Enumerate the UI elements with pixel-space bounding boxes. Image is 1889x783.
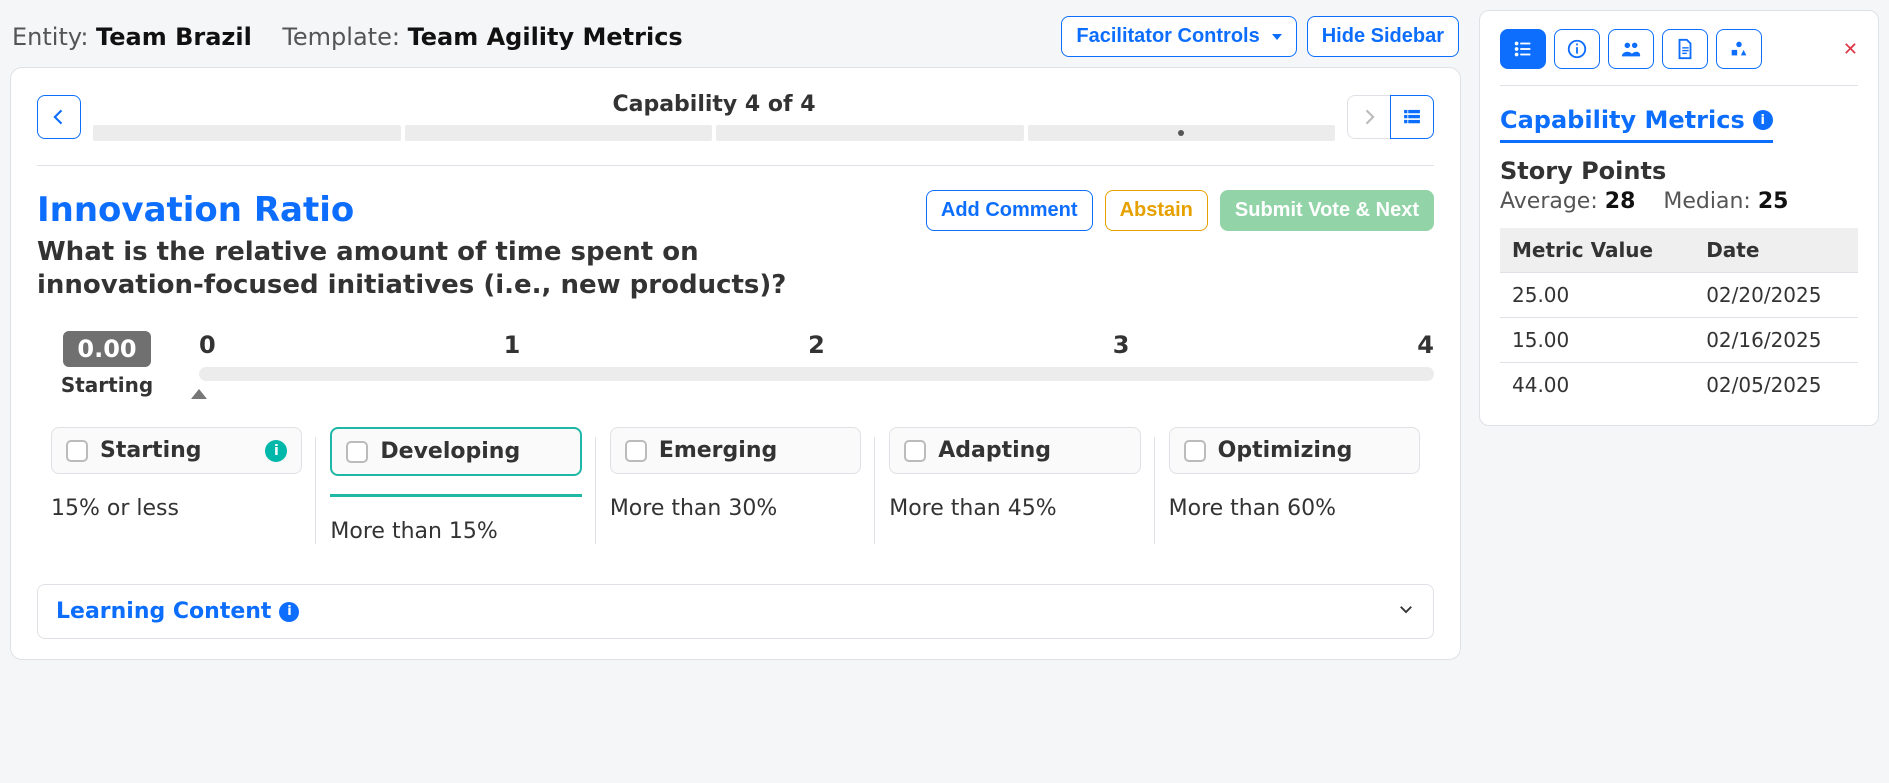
entity-label: Entity: — [12, 23, 88, 51]
level-options: Starting i 15% or less Developingi More than… — [37, 427, 1434, 544]
level-label: Emerging — [659, 438, 777, 463]
sidebar-tab-team[interactable] — [1608, 29, 1654, 69]
capability-description: What is the relative amount of time spen… — [37, 236, 857, 301]
capability-card: Capability 4 of 4 — [10, 67, 1461, 660]
info-icon: i — [279, 602, 299, 622]
chevron-down-icon — [1397, 600, 1415, 623]
slider-track[interactable] — [199, 367, 1434, 381]
capability-list-button[interactable] — [1390, 95, 1434, 139]
level-label: Developing — [380, 439, 520, 464]
level-chip-starting[interactable]: Starting i — [51, 427, 302, 474]
col-metric-value: Metric Value — [1500, 228, 1694, 273]
abstain-label: Abstain — [1120, 199, 1193, 222]
progress-seg-4[interactable] — [1028, 125, 1336, 141]
cell-value: 25.00 — [1500, 273, 1694, 318]
progress-seg-2[interactable] — [405, 125, 713, 141]
abstain-button[interactable]: Abstain — [1105, 190, 1208, 231]
tick-4: 4 — [1417, 331, 1434, 359]
level-developing: Developingi More than 15% — [316, 427, 595, 544]
template-label: Template: — [282, 23, 400, 51]
level-label: Adapting — [938, 438, 1051, 463]
cell-value: 15.00 — [1500, 318, 1694, 363]
top-header: Entity: Team Brazil Template: Team Agili… — [10, 10, 1461, 67]
tick-1: 1 — [504, 331, 521, 359]
sidebar-tab-info[interactable] — [1554, 29, 1600, 69]
metric-stats: Average: 28 Median: 25 — [1500, 189, 1858, 214]
capability-title: Innovation Ratio — [37, 190, 857, 230]
entity-value: Team Brazil — [96, 23, 252, 51]
slider-ticks: 0 1 2 3 4 — [199, 331, 1434, 359]
progress-title: Capability 4 of 4 — [93, 92, 1335, 117]
hide-sidebar-button[interactable]: Hide Sidebar — [1307, 16, 1459, 57]
sidebar-section-title: Capability Metrics i — [1500, 106, 1773, 143]
facilitator-controls-label: Facilitator Controls — [1076, 25, 1259, 48]
prev-capability-button[interactable] — [37, 95, 81, 139]
level-label: Optimizing — [1218, 438, 1353, 463]
info-icon[interactable]: i — [265, 440, 287, 462]
median-value: 25 — [1758, 189, 1789, 214]
template-value: Team Agility Metrics — [408, 23, 683, 51]
median-label: Median: — [1663, 189, 1750, 214]
close-sidebar-button[interactable]: ✕ — [1843, 39, 1858, 60]
sidebar: ✕ Capability Metrics i Story Points Aver… — [1479, 10, 1879, 426]
learning-content-label: Learning Content — [56, 599, 271, 624]
metrics-table: Metric Value Date 25.0002/20/202515.0002… — [1500, 228, 1858, 407]
add-comment-button[interactable]: Add Comment — [926, 190, 1093, 231]
cell-value: 44.00 — [1500, 363, 1694, 408]
sidebar-tab-document[interactable] — [1662, 29, 1708, 69]
level-optimizing: Optimizingi More than 60% — [1155, 427, 1434, 544]
table-row: 25.0002/20/2025 — [1500, 273, 1858, 318]
table-row: 44.0002/05/2025 — [1500, 363, 1858, 408]
level-chip-optimizing[interactable]: Optimizingi — [1169, 427, 1420, 474]
sidebar-tab-list[interactable] — [1500, 29, 1546, 69]
level-chip-adapting[interactable]: Adaptingi — [889, 427, 1140, 474]
progress-seg-3[interactable] — [716, 125, 1024, 141]
cell-date: 02/16/2025 — [1694, 318, 1858, 363]
progress-seg-1[interactable] — [93, 125, 401, 141]
level-emerging: Emergingi More than 30% — [596, 427, 875, 544]
current-value-badge: 0.00 — [63, 331, 150, 367]
tick-2: 2 — [808, 331, 825, 359]
sidebar-section-label: Capability Metrics — [1500, 106, 1745, 134]
slider-thumb[interactable] — [191, 389, 207, 399]
level-adapting: Adaptingi More than 45% — [875, 427, 1154, 544]
add-comment-label: Add Comment — [941, 199, 1078, 222]
checkbox[interactable] — [346, 441, 368, 463]
col-date: Date — [1694, 228, 1858, 273]
checkbox[interactable] — [625, 440, 647, 462]
level-chip-developing[interactable]: Developingi — [330, 427, 581, 476]
hide-sidebar-label: Hide Sidebar — [1322, 25, 1444, 48]
cell-date: 02/20/2025 — [1694, 273, 1858, 318]
cell-date: 02/05/2025 — [1694, 363, 1858, 408]
submit-vote-label: Submit Vote & Next — [1235, 199, 1419, 222]
info-icon: i — [1753, 110, 1773, 130]
sidebar-tab-shapes[interactable] — [1716, 29, 1762, 69]
level-desc: More than 45% — [889, 496, 1140, 521]
avg-label: Average: — [1500, 189, 1598, 214]
level-label: Starting — [100, 438, 202, 463]
table-row: 15.0002/16/2025 — [1500, 318, 1858, 363]
level-desc: More than 60% — [1169, 496, 1420, 521]
submit-vote-button[interactable]: Submit Vote & Next — [1220, 190, 1434, 231]
level-desc: More than 30% — [610, 496, 861, 521]
level-chip-emerging[interactable]: Emergingi — [610, 427, 861, 474]
checkbox[interactable] — [1184, 440, 1206, 462]
learning-content-toggle[interactable]: Learning Content i — [37, 584, 1434, 639]
level-desc: More than 15% — [330, 519, 581, 544]
tick-0: 0 — [199, 331, 216, 359]
progress-segments — [93, 125, 1335, 141]
metric-name: Story Points — [1500, 157, 1858, 185]
facilitator-controls-button[interactable]: Facilitator Controls — [1061, 16, 1296, 57]
level-starting: Starting i 15% or less — [37, 427, 316, 544]
tick-3: 3 — [1113, 331, 1130, 359]
next-capability-button — [1347, 95, 1391, 139]
current-value-label: Starting — [37, 373, 177, 397]
avg-value: 28 — [1605, 189, 1636, 214]
checkbox[interactable] — [904, 440, 926, 462]
checkbox[interactable] — [66, 440, 88, 462]
level-desc: 15% or less — [51, 496, 302, 521]
